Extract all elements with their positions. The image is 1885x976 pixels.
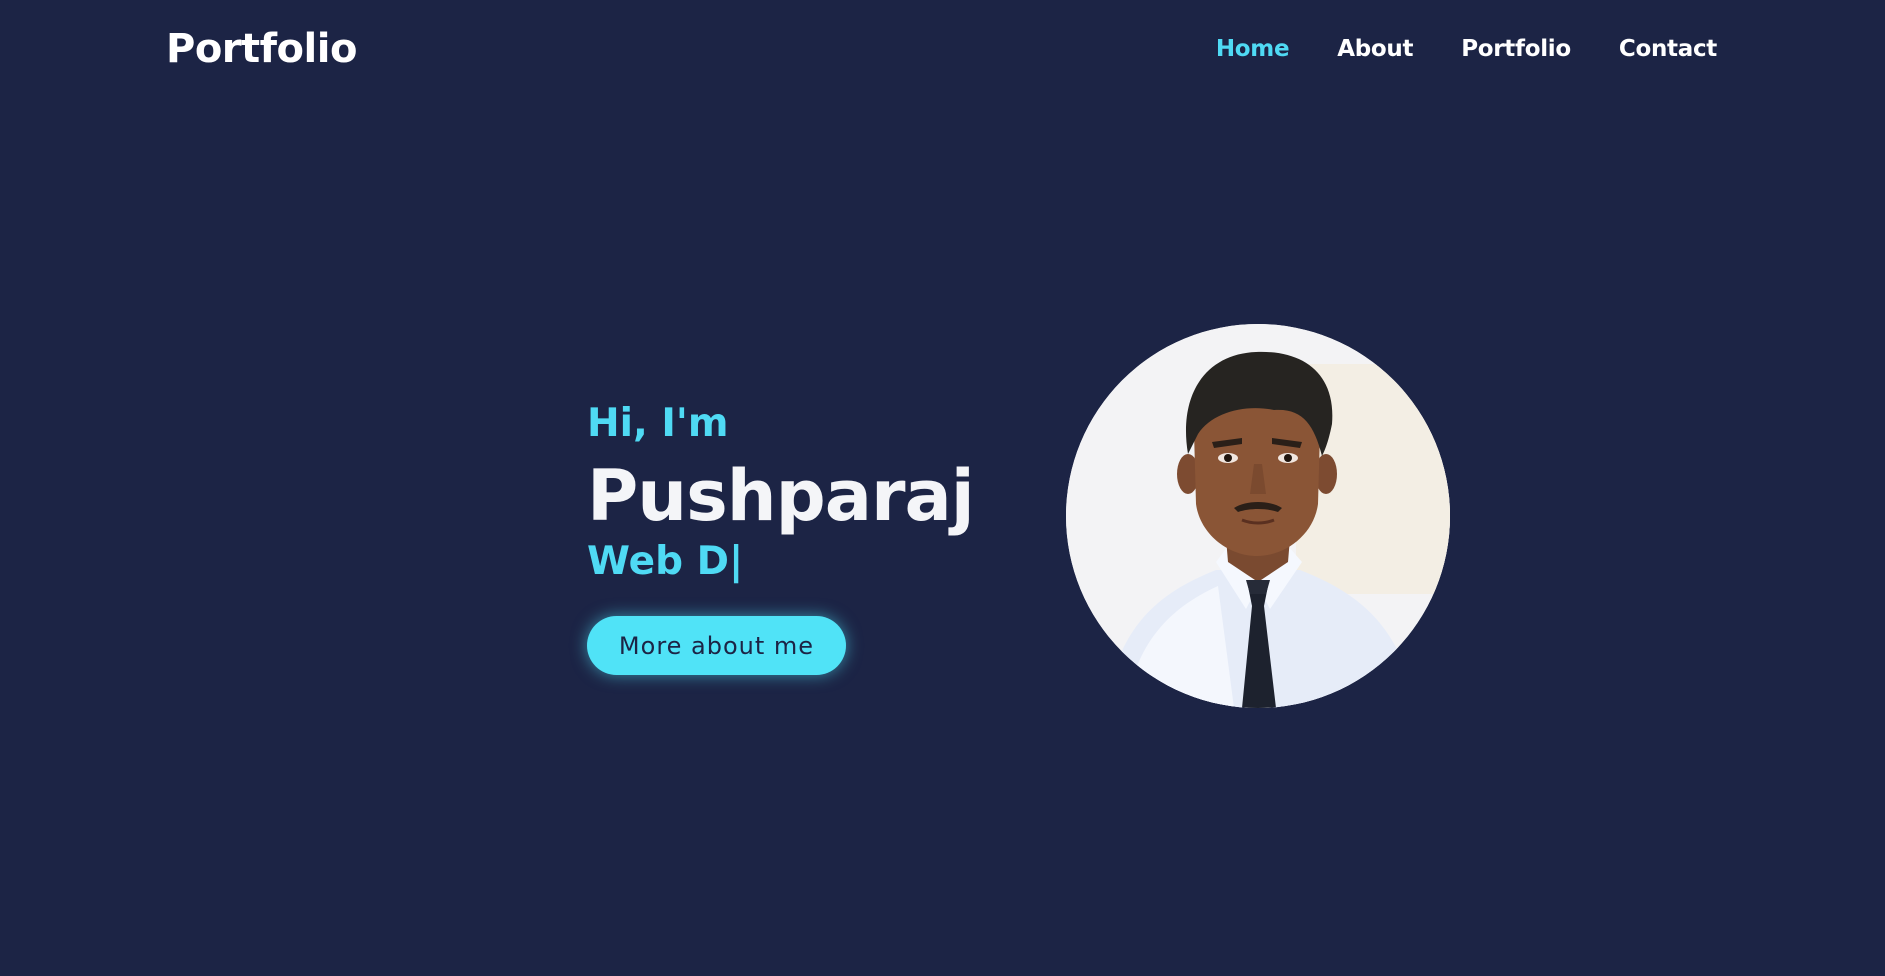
profile-photo [1066, 324, 1450, 708]
logo[interactable]: Portfolio [166, 26, 357, 72]
hero-greeting: Hi, I'm [587, 401, 729, 446]
nav-portfolio[interactable]: Portfolio [1461, 36, 1571, 62]
more-about-me-button[interactable]: More about me [587, 616, 846, 675]
site-header: Portfolio Home About Portfolio Contact [0, 0, 1885, 100]
hero-section: Hi, I'm Pushparaj Web D| More about me [587, 400, 975, 675]
nav-about[interactable]: About [1337, 36, 1413, 62]
nav-contact[interactable]: Contact [1619, 36, 1717, 62]
profile-photo-illustration [1066, 324, 1450, 708]
nav-home[interactable]: Home [1216, 36, 1290, 62]
hero-name: Pushparaj [587, 455, 975, 537]
main-nav: Home About Portfolio Contact [1216, 36, 1717, 62]
hero-role: Web D| [587, 539, 744, 584]
